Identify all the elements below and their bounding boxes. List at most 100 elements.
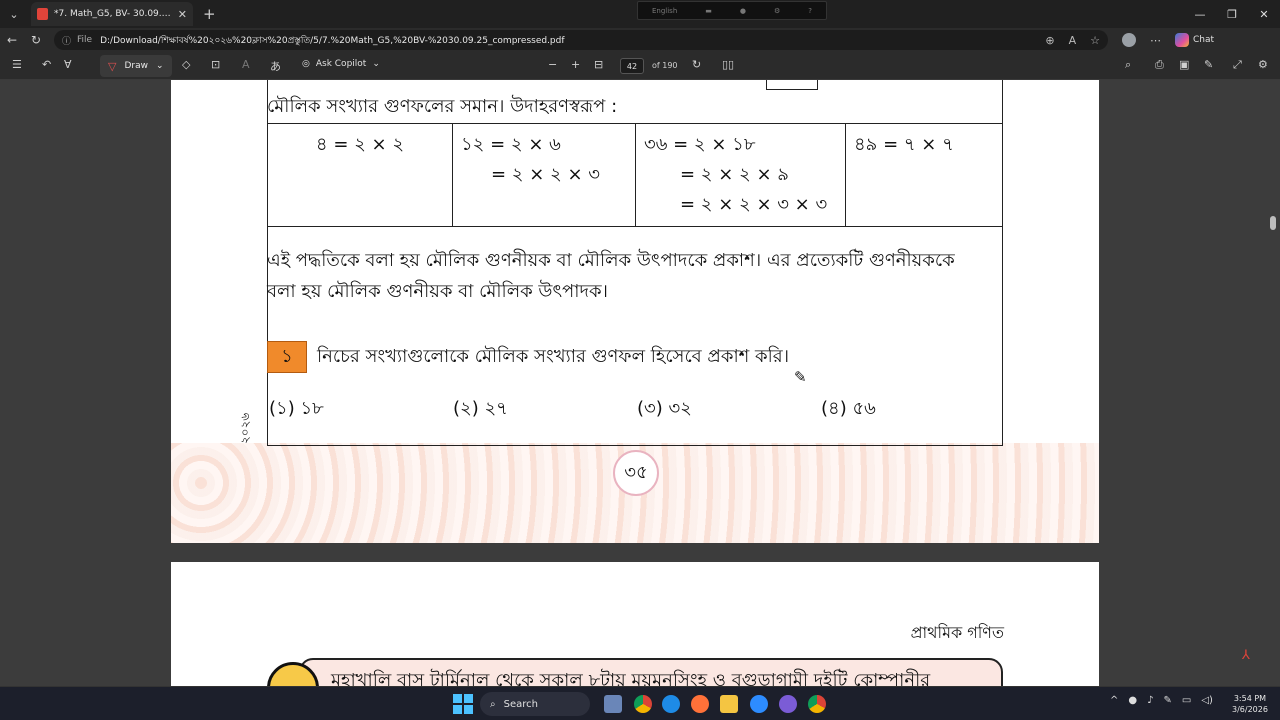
equation-line: ১২ = ২ × ৬ <box>461 134 561 155</box>
address-row: ← ↻ ⓘ File D:/Download/শিক্ষাবর্ষ%20২০২৬… <box>0 28 1280 52</box>
copilot-chat-button[interactable]: Chat <box>1175 33 1214 47</box>
problem-item: (২) ২৭ <box>453 398 508 419</box>
pdf-viewer[interactable]: মৌলিক সংখ্যার গুণফলের সমান। উদাহরণস্বরূপ… <box>0 80 1280 686</box>
tab-active-pdf[interactable]: *7. Math_G5, BV- 30.09.25_compressed.pdf… <box>31 2 193 26</box>
language-indicator[interactable]: English <box>652 7 677 15</box>
save-icon[interactable]: ▣ <box>1179 58 1189 71</box>
chevron-down-icon[interactable]: ⌄ <box>372 59 380 69</box>
info-icon[interactable]: ⓘ <box>62 34 71 47</box>
translate-icon[interactable]: あ <box>270 58 281 74</box>
table-cell: ৪ = ২ × ২ <box>267 123 453 227</box>
pdf-page-36: প্রাথমিক গণিত মহাখালি বাস টার্মিনাল থেকে… <box>171 562 1099 686</box>
ask-copilot-label: Ask Copilot <box>315 59 367 69</box>
close-window-icon[interactable]: ✕ <box>1248 0 1280 28</box>
save-as-icon[interactable]: ✎ <box>1204 58 1213 71</box>
display-icon[interactable]: ▭ <box>1182 695 1191 706</box>
tab-close-icon[interactable]: ✕ <box>178 8 187 21</box>
acrobat-icon[interactable]: ⅄ <box>1242 648 1258 664</box>
factorization-table: ৪ = ২ × ২ ১২ = ২ × ৬ = ২ × ২ × ৩ ৩৬ = ২ … <box>267 123 1003 227</box>
chrome-icon[interactable] <box>634 695 652 713</box>
equation-line: ৪৯ = ৭ × ৭ <box>854 134 954 155</box>
fit-page-icon[interactable]: ⊟ <box>594 58 603 71</box>
chat-label: Chat <box>1193 35 1215 45</box>
chevron-up-icon[interactable]: ^ <box>1110 695 1118 706</box>
draw-pen-icon: ▽ <box>108 59 117 73</box>
explanation-line-2: বলা হয় মৌলিক গুণনীয়ক বা মৌলিক উৎপাদক। <box>267 281 608 302</box>
taskbar-search[interactable]: ⌕ Search <box>480 692 590 716</box>
ask-copilot-button[interactable]: ◎ Ask Copilot ⌄ <box>302 59 380 69</box>
table-cell: ৪৯ = ৭ × ৭ <box>845 123 1003 227</box>
copilot-icon <box>1175 33 1189 47</box>
rotate-icon[interactable]: ↻ <box>692 58 701 71</box>
start-button-icon[interactable] <box>453 694 473 714</box>
find-icon[interactable]: ⌕ <box>1125 58 1131 72</box>
chevron-down-icon[interactable]: ⌄ <box>156 61 164 71</box>
page-view-icon[interactable]: ▯▯ <box>722 58 734 71</box>
edge-icon[interactable] <box>662 695 680 713</box>
equation-line: ৩৬ = ২ × ১৮ <box>644 134 756 155</box>
search-icon: ⌕ <box>490 698 496 710</box>
search-placeholder: Search <box>503 698 538 710</box>
pen-icon[interactable]: ✎ <box>1164 695 1172 706</box>
tab-title: *7. Math_G5, BV- 30.09.25_compressed.pdf <box>54 9 172 19</box>
page-number-badge: ৩৫ <box>613 450 659 496</box>
zoom-icon[interactable]: ⊕ <box>1045 34 1054 47</box>
mic-icon[interactable]: ● <box>740 7 746 15</box>
page-number-input[interactable]: 42 <box>620 58 644 74</box>
mic-icon[interactable]: ♪ <box>1147 695 1153 706</box>
highlight-icon[interactable]: ∀ <box>64 58 72 71</box>
scrollbar-thumb[interactable] <box>1270 216 1276 230</box>
new-tab-button[interactable]: + <box>203 5 216 23</box>
volume-icon[interactable]: ◁) <box>1201 695 1213 706</box>
fullscreen-icon[interactable]: ⤢ <box>1233 58 1242 72</box>
equation-line: = ২ × ২ × ৯ <box>680 164 789 185</box>
print-icon[interactable]: ⎙ <box>1155 58 1164 72</box>
problem-item: (৪) ৫৬ <box>821 398 876 419</box>
app-icon[interactable] <box>779 695 797 713</box>
widget-app-icon[interactable] <box>604 695 622 713</box>
pdf-page-35: মৌলিক সংখ্যার গুণফলের সমান। উদাহরণস্বরূপ… <box>171 80 1099 543</box>
favorite-star-icon[interactable]: ☆ <box>1090 34 1100 47</box>
firefox-icon[interactable] <box>691 695 709 713</box>
text-format-icon[interactable]: A <box>242 58 250 71</box>
settings-icon[interactable]: ⚙ <box>774 7 780 15</box>
url-text[interactable]: D:/Download/শিক্ষাবর্ষ%20২০২৬%20ক্লাস%20… <box>100 33 1045 48</box>
profile-avatar[interactable] <box>1122 33 1136 47</box>
explanation-line-1: এই পদ্ধতিকে বলা হয় মৌলিক গুণনীয়ক বা মৌ… <box>267 250 955 271</box>
contents-icon[interactable]: ☰ <box>12 58 22 71</box>
help-icon[interactable]: ? <box>808 7 812 15</box>
more-menu-icon[interactable]: ⋯ <box>1150 34 1161 47</box>
title-bar: ⌄ *7. Math_G5, BV- 30.09.25_compressed.p… <box>0 0 1280 28</box>
back-icon[interactable]: ← <box>0 33 24 47</box>
undo-icon[interactable]: ↶ <box>42 58 51 71</box>
book-title-header: প্রাথমিক গণিত <box>910 623 1004 642</box>
problem-text: মহাখালি বাস টার্মিনাল থেকে সকাল ৮টায় ময… <box>331 670 931 686</box>
minimize-icon[interactable]: — <box>1184 0 1216 28</box>
table-cell: ৩৬ = ২ × ১৮ = ২ × ২ × ৯ = ২ × ২ × ৩ × ৩ <box>635 123 846 227</box>
clock[interactable]: 3:54 PM 3/6/2026 <box>1232 693 1268 715</box>
language-toolbar[interactable]: English ▬ ● ⚙ ? <box>637 1 827 20</box>
zoom-in-icon[interactable]: + <box>571 58 580 71</box>
keyboard-icon[interactable]: ▬ <box>705 7 712 15</box>
restore-icon[interactable]: ❐ <box>1216 0 1248 28</box>
tray-app-icon[interactable]: ● <box>1128 695 1137 706</box>
tab-actions-menu-icon[interactable]: ⌄ <box>3 3 25 25</box>
zoom-out-icon[interactable]: − <box>548 58 557 71</box>
intro-text: মৌলিক সংখ্যার গুণফলের সমান। উদাহরণস্বরূপ… <box>267 96 618 117</box>
chrome-profile-icon[interactable] <box>808 695 826 713</box>
copilot-small-icon: ◎ <box>302 59 310 69</box>
pdf-toolbar: ☰ ↶ ∀ ▽ Draw ⌄ ◇ ⊡ A あ ◎ Ask Copilot ⌄ −… <box>0 52 1280 80</box>
address-bar[interactable]: ⓘ File D:/Download/শিক্ষাবর্ষ%20২০২৬%20ক… <box>54 30 1108 50</box>
draw-button[interactable]: ▽ Draw ⌄ <box>100 55 172 77</box>
zoom-app-icon[interactable] <box>750 695 768 713</box>
exercise-number-badge: ১ <box>267 341 307 373</box>
file-explorer-icon[interactable] <box>720 695 738 713</box>
side-year-label: ২০২৬ <box>238 412 252 444</box>
eraser-icon[interactable]: ◇ <box>182 58 190 71</box>
equation-line: = ২ × ২ × ৩ × ৩ <box>680 194 828 215</box>
file-scheme-label: File <box>77 35 93 45</box>
settings-icon[interactable]: ⚙ <box>1258 58 1268 71</box>
refresh-icon[interactable]: ↻ <box>24 33 48 47</box>
text-box-icon[interactable]: ⊡ <box>211 58 220 71</box>
read-aloud-icon[interactable]: A <box>1069 34 1077 47</box>
